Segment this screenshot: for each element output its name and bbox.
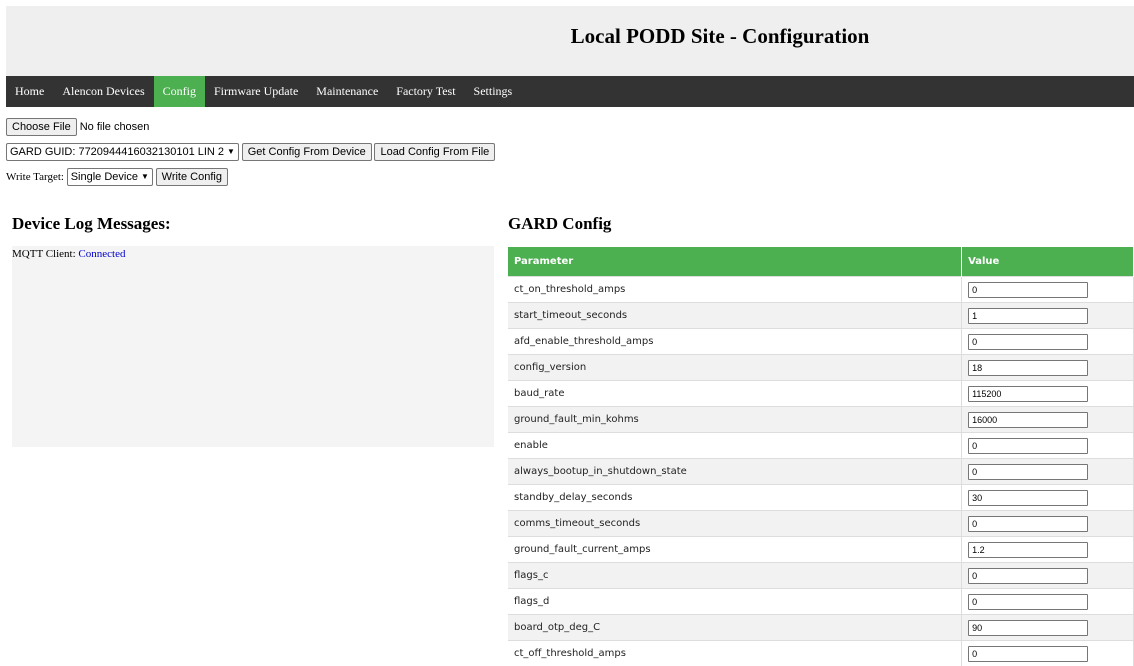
param-value-cell [962,641,1134,666]
param-value-input[interactable] [968,282,1088,298]
nav-item-factory-test[interactable]: Factory Test [387,76,464,107]
param-value-input[interactable] [968,438,1088,454]
param-value-input[interactable] [968,594,1088,610]
write-target-label: Write Target: [6,171,64,183]
param-name: comms_timeout_seconds [508,511,962,537]
param-value-input[interactable] [968,646,1088,662]
param-value-cell [962,277,1134,303]
device-select-row: GARD GUID: 7720944416032130101 LIN 2▼ Ge… [6,143,495,161]
column-header-value: Value [962,247,1134,277]
param-value-cell [962,381,1134,407]
table-row: flags_c [508,563,1134,589]
write-target-value: Single Device [71,170,138,184]
nav-item-home[interactable]: Home [6,76,53,107]
param-value-input[interactable] [968,516,1088,532]
param-name: standby_delay_seconds [508,485,962,511]
table-row: baud_rate [508,381,1134,407]
param-name: flags_c [508,563,962,589]
device-select-value: GARD GUID: 7720944416032130101 LIN 2 [10,145,224,159]
param-name: enable [508,433,962,459]
param-value-cell [962,303,1134,329]
config-table: Parameter Value ct_on_threshold_ampsstar… [508,247,1134,666]
param-value-input[interactable] [968,308,1088,324]
table-row: comms_timeout_seconds [508,511,1134,537]
param-value-input[interactable] [968,542,1088,558]
param-value-cell [962,537,1134,563]
nav-item-settings[interactable]: Settings [465,76,522,107]
param-value-cell [962,407,1134,433]
table-row: ct_on_threshold_amps [508,277,1134,303]
config-title: GARD Config [508,214,611,234]
param-name: flags_d [508,589,962,615]
log-panel: MQTT Client: Connected [12,246,494,447]
table-row: ct_off_threshold_amps [508,641,1134,666]
param-name: ground_fault_current_amps [508,537,962,563]
mqtt-status: Connected [78,248,125,260]
param-value-cell [962,563,1134,589]
chevron-down-icon: ▼ [227,145,235,159]
param-value-cell [962,511,1134,537]
param-name: config_version [508,355,962,381]
nav-item-maintenance[interactable]: Maintenance [307,76,387,107]
mqtt-label: MQTT Client: [12,248,76,260]
param-value-input[interactable] [968,464,1088,480]
table-row: ground_fault_current_amps [508,537,1134,563]
table-row: start_timeout_seconds [508,303,1134,329]
load-config-button[interactable]: Load Config From File [374,143,495,161]
table-row: enable [508,433,1134,459]
table-row: afd_enable_threshold_amps [508,329,1134,355]
param-name: baud_rate [508,381,962,407]
param-name: afd_enable_threshold_amps [508,329,962,355]
chevron-down-icon: ▼ [141,170,149,184]
nav-item-config[interactable]: Config [154,76,205,107]
file-picker-row: Choose FileNo file chosen [6,118,149,136]
param-value-cell [962,459,1134,485]
nav-bar: Home Alencon Devices Config Firmware Upd… [6,76,1134,107]
param-name: board_otp_deg_C [508,615,962,641]
param-value-cell [962,433,1134,459]
log-line: MQTT Client: Connected [12,248,494,260]
write-target-select[interactable]: Single Device▼ [67,168,153,186]
param-name: ct_off_threshold_amps [508,641,962,666]
table-row: ground_fault_min_kohms [508,407,1134,433]
column-header-parameter: Parameter [508,247,962,277]
param-value-input[interactable] [968,568,1088,584]
param-name: ct_on_threshold_amps [508,277,962,303]
file-status: No file chosen [80,121,150,133]
table-row: flags_d [508,589,1134,615]
page-title: Local PODD Site - Configuration [6,6,1134,66]
param-name: ground_fault_min_kohms [508,407,962,433]
param-value-cell [962,485,1134,511]
param-name: always_bootup_in_shutdown_state [508,459,962,485]
param-value-cell [962,329,1134,355]
param-value-input[interactable] [968,360,1088,376]
choose-file-button[interactable]: Choose File [6,118,77,136]
table-row: standby_delay_seconds [508,485,1134,511]
table-row: board_otp_deg_C [508,615,1134,641]
write-target-row: Write Target: Single Device▼ Write Confi… [6,168,228,186]
param-value-cell [962,355,1134,381]
param-value-input[interactable] [968,334,1088,350]
nav-item-alencon-devices[interactable]: Alencon Devices [53,76,153,107]
table-row: config_version [508,355,1134,381]
param-value-input[interactable] [968,386,1088,402]
table-header-row: Parameter Value [508,247,1134,277]
param-value-cell [962,589,1134,615]
device-select[interactable]: GARD GUID: 7720944416032130101 LIN 2▼ [6,143,239,161]
table-row: always_bootup_in_shutdown_state [508,459,1134,485]
param-value-input[interactable] [968,412,1088,428]
param-name: start_timeout_seconds [508,303,962,329]
page-header: Local PODD Site - Configuration [6,6,1134,76]
param-value-cell [962,615,1134,641]
param-value-input[interactable] [968,490,1088,506]
write-config-button[interactable]: Write Config [156,168,228,186]
log-title: Device Log Messages: [12,214,171,234]
get-config-button[interactable]: Get Config From Device [242,143,372,161]
param-value-input[interactable] [968,620,1088,636]
nav-item-firmware-update[interactable]: Firmware Update [205,76,307,107]
